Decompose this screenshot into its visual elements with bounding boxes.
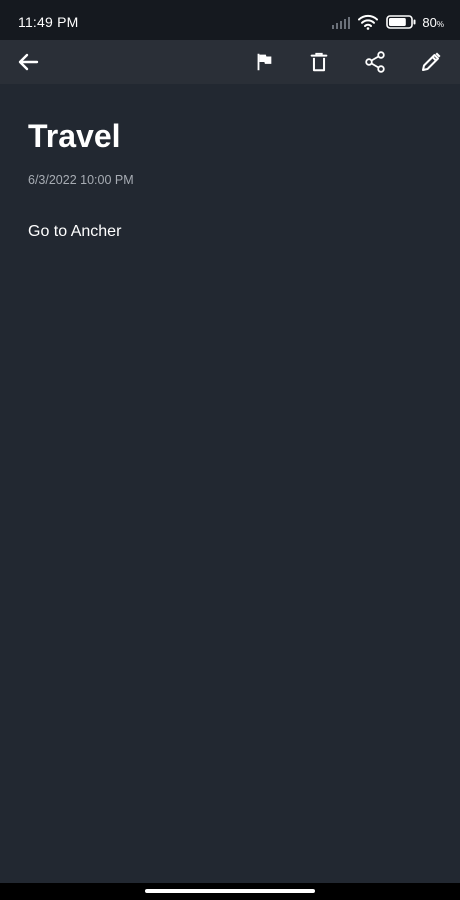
delete-icon	[310, 52, 328, 72]
flag-button[interactable]	[250, 48, 278, 76]
note-content: Travel 6/3/2022 10:00 PM Go to Ancher	[0, 84, 460, 884]
battery-percentage: 80%	[422, 15, 444, 30]
home-indicator[interactable]	[145, 889, 315, 893]
share-button[interactable]	[361, 48, 389, 76]
note-title: Travel	[28, 118, 121, 154]
note-detail-screen: 11:49 PM 80% Travel 6/3/2022 10:00 PM Go…	[0, 0, 460, 900]
delete-button[interactable]	[305, 48, 333, 76]
note-body: Go to Ancher	[28, 223, 122, 240]
battery-icon	[386, 15, 416, 29]
note-date: 6/3/2022 10:00 PM	[28, 173, 134, 187]
edit-pencil-icon	[422, 52, 441, 71]
note-toolbar	[0, 40, 460, 84]
battery-percent-value: 80	[422, 14, 437, 30]
status-bar: 11:49 PM 80%	[0, 0, 460, 40]
status-time: 11:49 PM	[18, 14, 79, 30]
back-arrow-icon	[18, 53, 39, 71]
flag-icon	[257, 53, 272, 71]
system-navigation-bar	[0, 883, 460, 900]
battery-percent-unit: %	[436, 19, 444, 29]
edit-button[interactable]	[417, 48, 445, 76]
share-icon	[365, 51, 385, 73]
signal-icon	[332, 15, 351, 29]
wifi-icon	[358, 14, 379, 30]
status-indicators: 80%	[332, 11, 444, 33]
back-button[interactable]	[14, 48, 42, 76]
